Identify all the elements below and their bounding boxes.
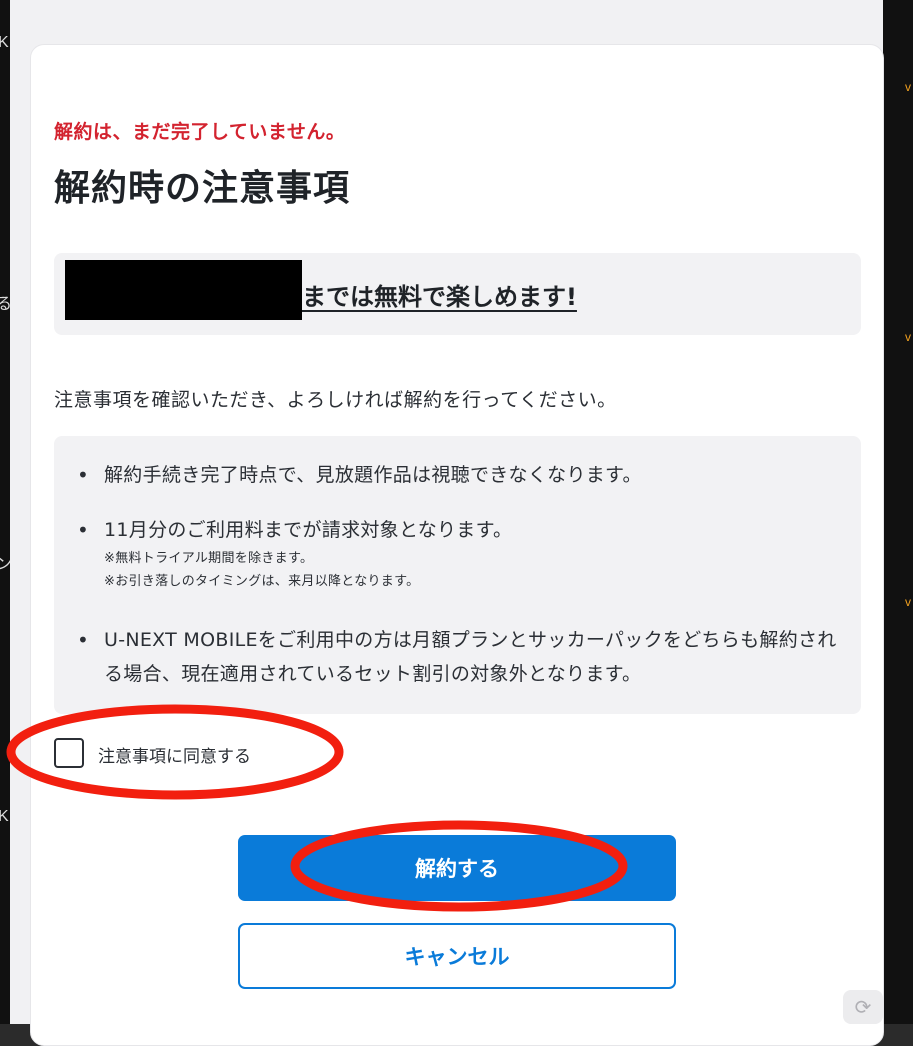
note-text: 解約手続き完了時点で、見放題作品は視聴できなくなります。 (104, 464, 642, 486)
free-period-banner: までは無料で楽しめます! (54, 253, 861, 335)
note-block: 11月分のご利用料までが請求対象となります。 ※無料トライアル期間を除きます。 … (104, 513, 844, 593)
agree-label[interactable]: 注意事項に同意する (98, 742, 251, 767)
intro-text: 注意事項を確認いただき、よろしければ解約を行ってください。 (54, 389, 617, 411)
refresh-icon[interactable]: ⟳ (843, 990, 883, 1024)
note-text: 11月分のご利用料までが請求対象となります。 (104, 519, 513, 541)
background-glyph: v (905, 330, 911, 344)
note-subtext: ※無料トライアル期間を除きます。 (104, 551, 314, 566)
bullet-icon: • (77, 518, 90, 542)
background-glyph: K (0, 34, 9, 51)
notes-box: • 解約手続き完了時点で、見放題作品は視聴できなくなります。 • 11月分のご利… (54, 436, 861, 714)
bullet-icon: • (77, 463, 90, 487)
agree-checkbox[interactable] (54, 738, 84, 768)
dialog-title: 解約時の注意事項 (54, 168, 351, 209)
not-completed-warning: 解約は、まだ完了していません。 (54, 121, 346, 143)
background-glyph: v (905, 80, 911, 94)
background-glyph: K (0, 808, 9, 825)
bullet-icon: • (77, 628, 90, 652)
background-glyph: v (905, 595, 911, 609)
background-right-strip: v v v (883, 0, 913, 1024)
free-period-text: までは無料で楽しめます! (302, 283, 577, 311)
cancellation-dialog: 解約は、まだ完了していません。 解約時の注意事項 までは無料で楽しめます! 注意… (30, 44, 884, 1046)
agree-checkbox-row[interactable]: 注意事項に同意する (54, 736, 354, 772)
redacted-date (65, 260, 302, 320)
cancel-button[interactable]: キャンセル (238, 923, 676, 989)
note-subtext: ※お引き落しのタイミングは、来月以降となります。 (104, 574, 420, 589)
background-left-strip: K る ン K (0, 0, 12, 1024)
note-text: U-NEXT MOBILEをご利用中の方は月額プランとサッカーパックをどちらも解… (104, 629, 837, 685)
confirm-cancellation-button[interactable]: 解約する (238, 835, 676, 901)
